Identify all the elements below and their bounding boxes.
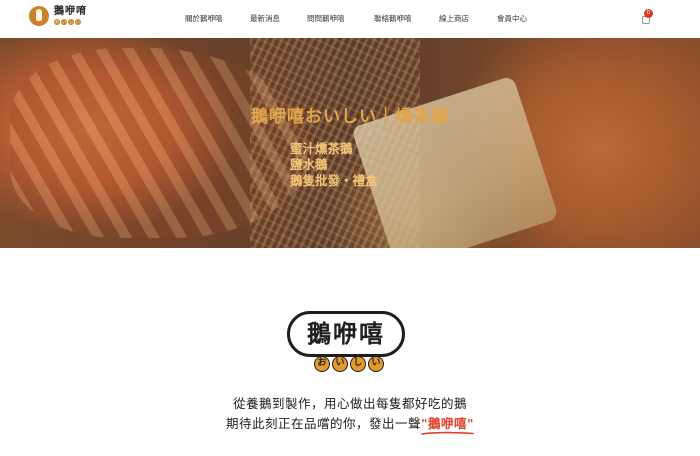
brand-kana-char: お xyxy=(314,356,330,372)
brand-tagline: 從養鵝到製作，用心做出每隻都好吃的鵝 期待此刻正在品嚐的你，發出一聲"鵝咿嘻" xyxy=(0,394,700,434)
nav-item-news[interactable]: 最新消息 xyxy=(250,13,280,24)
hero-product-line: 鹽水鵝 xyxy=(290,157,328,172)
tagline-highlight: "鵝咿嘻" xyxy=(420,416,475,431)
tagline-line-2-text: 期待此刻正在品嚐的你，發出一聲 xyxy=(225,416,421,431)
site-header: 鵝咿唷 お い し い 關於鵝咿嘻 最新消息 問問鵝咿嘻 聯絡鵝咿嘻 線上商店 … xyxy=(0,0,700,38)
hero-title: 鵝咿嘻おいしい｜燻茶鵝 xyxy=(251,107,449,127)
cart-button[interactable]: 0 xyxy=(641,9,653,26)
cart-count-badge: 0 xyxy=(644,9,653,18)
hero-product-line: 蜜汁燻茶鵝 xyxy=(290,141,353,156)
nav-item-member[interactable]: 會員中心 xyxy=(497,13,527,24)
hero-product-line: 鵝隻批發・禮盒 xyxy=(290,173,378,188)
main-nav: 關於鵝咿嘻 最新消息 問問鵝咿嘻 聯絡鵝咿嘻 線上商店 會員中心 xyxy=(0,13,700,27)
nav-item-shop[interactable]: 線上商店 xyxy=(439,13,469,24)
nav-item-contact[interactable]: 聯絡鵝咿嘻 xyxy=(374,13,412,24)
hero-banner: 鵝咿嘻おいしい｜燻茶鵝 蜜汁燻茶鵝 鹽水鵝 鵝隻批發・禮盒 xyxy=(0,38,700,248)
brush-underline-icon xyxy=(421,431,474,435)
nav-item-faq[interactable]: 問問鵝咿嘻 xyxy=(307,13,345,24)
nav-item-about[interactable]: 關於鵝咿嘻 xyxy=(185,13,223,24)
brand-logo: 鵝咿嘻 お い し い xyxy=(287,311,405,379)
hero-product-list: 蜜汁燻茶鵝 鹽水鵝 鵝隻批發・禮盒 xyxy=(290,141,378,189)
brand-name: 鵝咿嘻 xyxy=(287,311,405,357)
brand-kana: お い し い xyxy=(314,356,384,372)
brand-kana-char: い xyxy=(332,356,348,372)
tagline-line-2: 期待此刻正在品嚐的你，發出一聲"鵝咿嘻" xyxy=(0,414,700,434)
tagline-line-1: 從養鵝到製作，用心做出每隻都好吃的鵝 xyxy=(232,396,467,411)
brand-kana-char: し xyxy=(350,356,366,372)
brand-kana-char: い xyxy=(368,356,384,372)
